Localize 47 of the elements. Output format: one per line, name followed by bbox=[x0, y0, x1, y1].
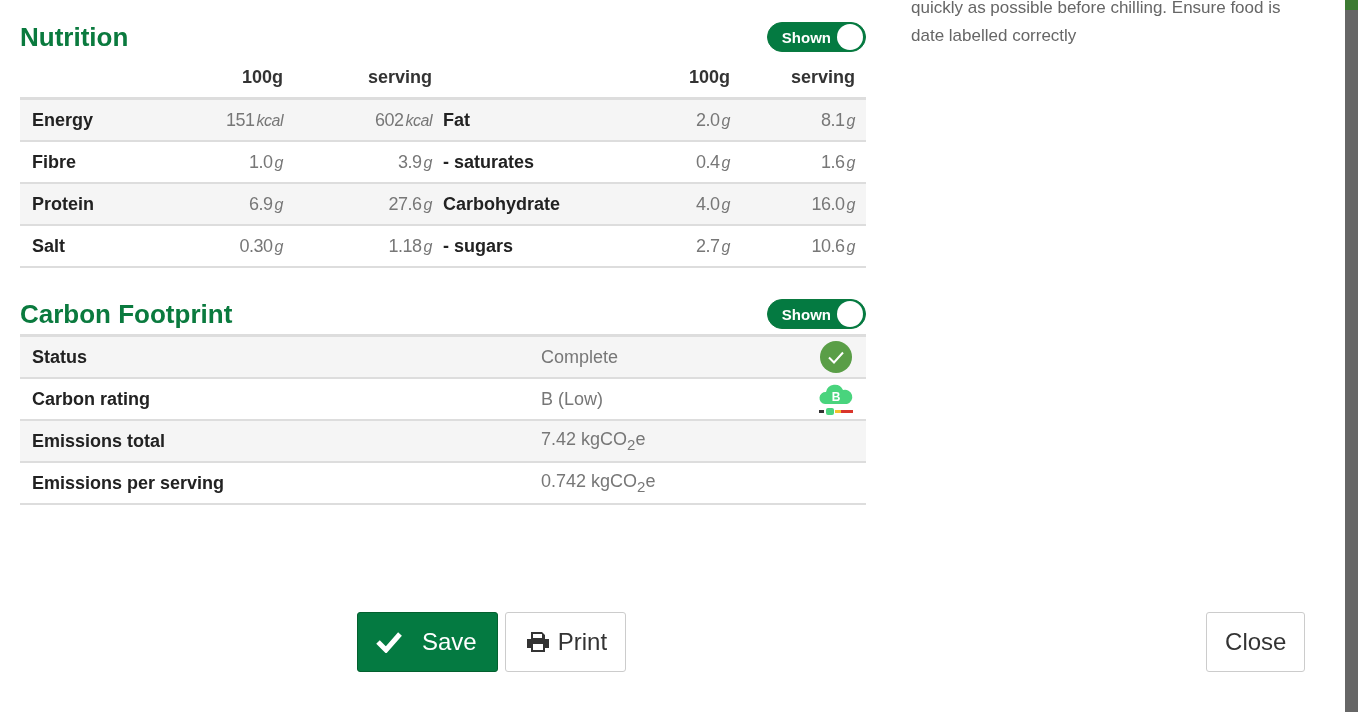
column-header: 100g bbox=[687, 66, 730, 88]
table-cell-text: 1.0g bbox=[248, 151, 283, 173]
table-cell-text: 0.4g bbox=[695, 151, 730, 173]
nutrient-label: - saturates bbox=[442, 151, 536, 173]
printer-icon bbox=[525, 631, 550, 653]
table-cell-text: 0.30g bbox=[238, 235, 283, 257]
nutrient-label: Fat bbox=[442, 109, 471, 131]
print-button[interactable]: Print bbox=[504, 612, 627, 672]
table-cell-text: 1.18g bbox=[387, 235, 432, 257]
row-value: B (Low) bbox=[541, 388, 604, 410]
section-title: Nutrition bbox=[20, 21, 129, 53]
section-title: Carbon Footprint bbox=[20, 298, 233, 330]
save-button[interactable]: Save bbox=[357, 612, 498, 672]
table-cell-text: 2.7g bbox=[695, 235, 730, 257]
row-value: 0.742 kgCO$_{2}$e bbox=[541, 471, 657, 495]
table-cell-text: 1.6g bbox=[820, 151, 855, 173]
row-label: Emissions total bbox=[31, 430, 167, 452]
table-cell-text: 6.9g bbox=[248, 193, 283, 215]
table-cell-text: 602kcal bbox=[374, 109, 432, 131]
check-icon bbox=[820, 341, 852, 373]
row-value: 7.42 kgCO$_{2}$e bbox=[541, 429, 647, 453]
table-cell-text: 2.0g bbox=[695, 109, 730, 131]
nutrient-label: Energy bbox=[31, 109, 95, 131]
toggle-switch[interactable]: Shown bbox=[766, 22, 866, 52]
table-cell-text: 8.1g bbox=[820, 109, 855, 131]
instructions-text: quickly as possible before chilling. Ensure food is date labelled correctly bbox=[911, 0, 1282, 47]
toggle-switch[interactable]: Shown bbox=[766, 299, 866, 329]
table-cell-text: 10.6g bbox=[810, 235, 855, 257]
table-cell-text: 27.6g bbox=[387, 193, 432, 215]
table-cell-text: 3.9g bbox=[397, 151, 432, 173]
table-cell-text: 4.0g bbox=[695, 193, 730, 215]
row-label: Carbon rating bbox=[31, 388, 151, 410]
check-icon bbox=[376, 631, 402, 653]
nutrient-label: Protein bbox=[31, 193, 95, 215]
table-cell-text: 151kcal bbox=[225, 109, 283, 131]
column-header: 100g bbox=[240, 66, 283, 88]
nutrient-label: Fibre bbox=[31, 151, 77, 173]
nutrient-label: Salt bbox=[31, 235, 66, 257]
close-button[interactable]: Close bbox=[1206, 612, 1306, 672]
nutrient-label: Carbohydrate bbox=[442, 193, 562, 215]
row-value: Complete bbox=[541, 346, 620, 368]
column-header: serving bbox=[366, 66, 432, 88]
row-label: Emissions per serving bbox=[31, 472, 226, 494]
nutrient-label: - sugars bbox=[442, 235, 515, 257]
row-label: Status bbox=[31, 346, 88, 368]
column-header: serving bbox=[789, 66, 855, 88]
table-cell-text: 16.0g bbox=[810, 193, 855, 215]
